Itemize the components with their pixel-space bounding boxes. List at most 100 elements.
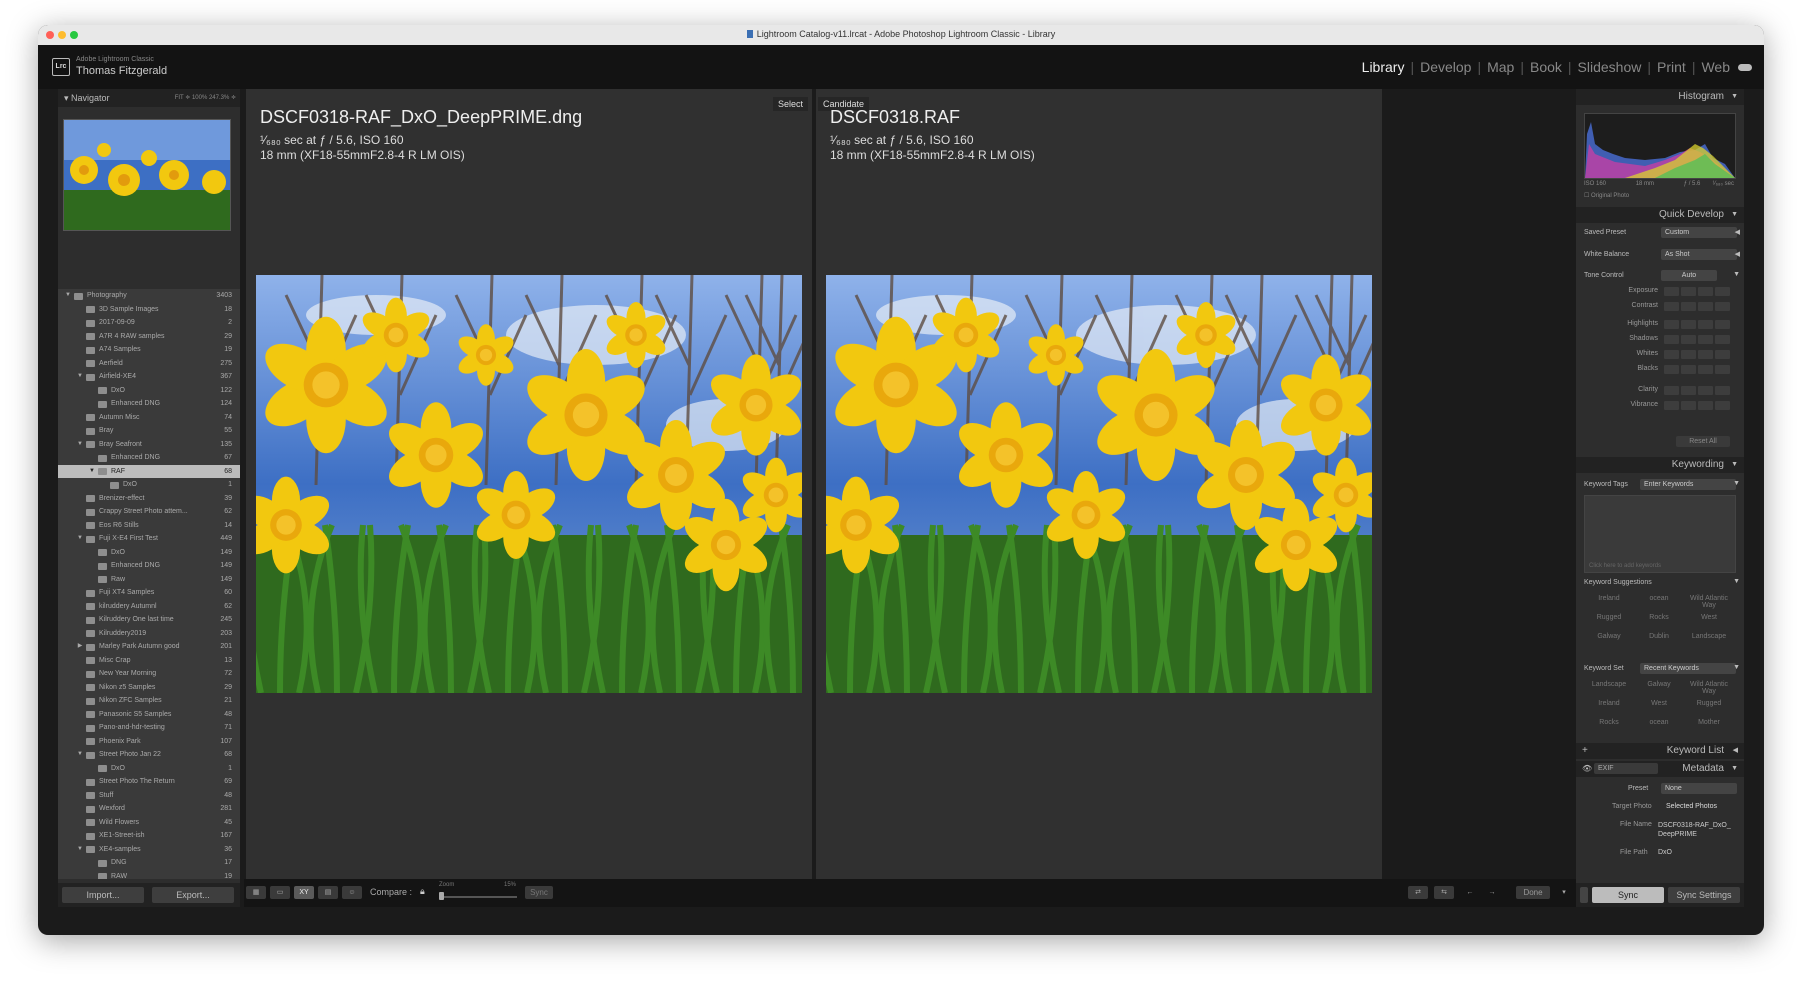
- done-button[interactable]: Done: [1516, 886, 1550, 899]
- metadata-view-select[interactable]: EXIF: [1594, 763, 1658, 774]
- tone-step-button[interactable]: [1681, 287, 1696, 296]
- tone-step-button[interactable]: [1715, 302, 1730, 311]
- folder-row[interactable]: Crappy Street Photo attem... 62: [58, 505, 240, 519]
- folder-row[interactable]: ▼ Bray Seafront 135: [58, 438, 240, 452]
- folder-row[interactable]: Street Photo The Return 69: [58, 775, 240, 789]
- make-select-icon[interactable]: ⇆: [1434, 886, 1454, 899]
- tone-adjust-buttons[interactable]: [1664, 386, 1734, 395]
- expand-icon[interactable]: ◀: [1735, 250, 1740, 258]
- folder-row[interactable]: A7R 4 RAW samples 29: [58, 330, 240, 344]
- folder-row[interactable]: Enhanced DNG 124: [58, 397, 240, 411]
- folder-row[interactable]: A74 Samples 19: [58, 343, 240, 357]
- keywording-header[interactable]: Keywording ▼: [1576, 457, 1744, 473]
- tone-step-button[interactable]: [1715, 320, 1730, 329]
- swap-icon[interactable]: ⇄: [1408, 886, 1428, 899]
- tone-step-button[interactable]: [1698, 350, 1713, 359]
- keyword-chip[interactable]: Ireland: [1584, 700, 1634, 707]
- tone-step-button[interactable]: [1698, 401, 1713, 410]
- keyword-chip[interactable]: Dublin: [1634, 633, 1684, 640]
- keyword-chip[interactable]: Rocks: [1584, 719, 1634, 726]
- module-library[interactable]: Library: [1362, 59, 1405, 75]
- keyword-tags-input[interactable]: Click here to add keywords: [1584, 495, 1736, 573]
- folder-row[interactable]: Aerfield 275: [58, 357, 240, 371]
- keyword-list-header[interactable]: + Keyword List ◀: [1576, 743, 1744, 759]
- keyword-chip[interactable]: Wild Atlantic Way: [1684, 681, 1734, 695]
- metadata-preset-select[interactable]: None: [1661, 783, 1737, 794]
- histogram[interactable]: [1584, 113, 1736, 179]
- tone-adjust-buttons[interactable]: [1664, 365, 1734, 374]
- zoom-slider[interactable]: [439, 896, 517, 898]
- tone-step-button[interactable]: [1664, 320, 1679, 329]
- people-view-icon[interactable]: ☺: [342, 886, 362, 899]
- tone-step-button[interactable]: [1698, 386, 1713, 395]
- cloud-sync-icon[interactable]: [1738, 64, 1752, 71]
- tone-step-button[interactable]: [1698, 302, 1713, 311]
- folder-row[interactable]: Misc Crap 13: [58, 654, 240, 668]
- select-view[interactable]: Select DSCF0318-RAF_DxO_DeepPRIME.dng ¹⁄…: [246, 89, 812, 891]
- tone-step-button[interactable]: [1715, 365, 1730, 374]
- folder-row[interactable]: Enhanced DNG 149: [58, 559, 240, 573]
- tone-step-button[interactable]: [1664, 386, 1679, 395]
- folder-row[interactable]: Kilruddery One last time 245: [58, 613, 240, 627]
- tone-step-button[interactable]: [1681, 335, 1696, 344]
- module-book[interactable]: Book: [1530, 59, 1562, 75]
- keyword-chip[interactable]: Wild Atlantic Way: [1684, 595, 1734, 609]
- metadata-header[interactable]: 👁︎ EXIF Metadata ▼: [1576, 761, 1744, 777]
- tone-step-button[interactable]: [1681, 401, 1696, 410]
- module-web[interactable]: Web: [1701, 59, 1730, 75]
- tone-step-button[interactable]: [1715, 401, 1730, 410]
- folder-row[interactable]: kilruddery Autumnl 62: [58, 600, 240, 614]
- file-path-value[interactable]: DxO: [1658, 849, 1672, 856]
- file-name-value[interactable]: DSCF0318-RAF_DxO_DeepPRIME: [1658, 821, 1734, 839]
- keyword-chip[interactable]: ocean: [1634, 595, 1684, 602]
- sync-settings-button[interactable]: Sync Settings: [1668, 887, 1740, 903]
- folder-row[interactable]: Kilruddery2019 203: [58, 627, 240, 641]
- keyword-tags-select[interactable]: Enter Keywords: [1640, 479, 1736, 490]
- tone-step-button[interactable]: [1681, 365, 1696, 374]
- tone-step-button[interactable]: [1715, 386, 1730, 395]
- tone-step-button[interactable]: [1698, 287, 1713, 296]
- keyword-chip[interactable]: Landscape: [1684, 633, 1734, 640]
- lock-icon[interactable]: 🔒︎: [420, 886, 429, 897]
- folder-row[interactable]: XE1-Street-ish 167: [58, 829, 240, 843]
- original-photo-checkbox[interactable]: ☐ Original Photo: [1584, 192, 1629, 199]
- folder-row[interactable]: ▼ XE4-samples 36: [58, 843, 240, 857]
- disclosure-open-icon[interactable]: ▼: [76, 748, 84, 762]
- collapse-icon[interactable]: ▼: [1733, 578, 1740, 585]
- tone-adjust-buttons[interactable]: [1664, 302, 1734, 311]
- eye-icon[interactable]: 👁︎: [1582, 761, 1592, 777]
- tone-step-button[interactable]: [1664, 335, 1679, 344]
- loupe-view-icon[interactable]: ▭: [270, 886, 290, 899]
- keyword-chip[interactable]: Rugged: [1684, 700, 1734, 707]
- folder-row[interactable]: Nikon z5 Samples 29: [58, 681, 240, 695]
- tone-step-button[interactable]: [1698, 335, 1713, 344]
- keyword-chip[interactable]: ocean: [1634, 719, 1684, 726]
- folder-row[interactable]: Eos R6 Stills 14: [58, 519, 240, 533]
- tone-adjust-buttons[interactable]: [1664, 335, 1734, 344]
- keyword-chip[interactable]: West: [1634, 700, 1684, 707]
- tone-adjust-buttons[interactable]: [1664, 350, 1734, 359]
- keyword-chip[interactable]: Galway: [1634, 681, 1684, 688]
- target-photo-option[interactable]: Target Photo: [1612, 803, 1652, 810]
- tone-step-button[interactable]: [1715, 335, 1730, 344]
- module-print[interactable]: Print: [1657, 59, 1686, 75]
- tone-step-button[interactable]: [1698, 320, 1713, 329]
- grid-view-icon[interactable]: ▦: [246, 886, 266, 899]
- selected-photos-option[interactable]: Selected Photos: [1666, 803, 1717, 810]
- toolbar-menu-icon[interactable]: ▾: [1554, 886, 1574, 899]
- import-button[interactable]: Import...: [62, 887, 144, 903]
- tone-step-button[interactable]: [1681, 320, 1696, 329]
- expand-icon[interactable]: ◀: [1735, 228, 1740, 236]
- folder-row[interactable]: Nikon ZFC Samples 21: [58, 694, 240, 708]
- disclosure-open-icon[interactable]: ▼: [76, 370, 84, 384]
- reset-all-button[interactable]: Reset All: [1676, 436, 1730, 447]
- collapse-icon[interactable]: ▼: [1733, 480, 1740, 487]
- folder-row[interactable]: DNG 17: [58, 856, 240, 870]
- folder-row[interactable]: RAW 19: [58, 870, 240, 879]
- white-balance-select[interactable]: As Shot: [1661, 249, 1737, 260]
- tone-step-button[interactable]: [1681, 302, 1696, 311]
- folder-row[interactable]: Wild Flowers 45: [58, 816, 240, 830]
- next-photo-icon[interactable]: →: [1482, 886, 1502, 899]
- folder-row[interactable]: ▼ Fuji X-E4 First Test 449: [58, 532, 240, 546]
- keyword-chip[interactable]: Mother: [1684, 719, 1734, 726]
